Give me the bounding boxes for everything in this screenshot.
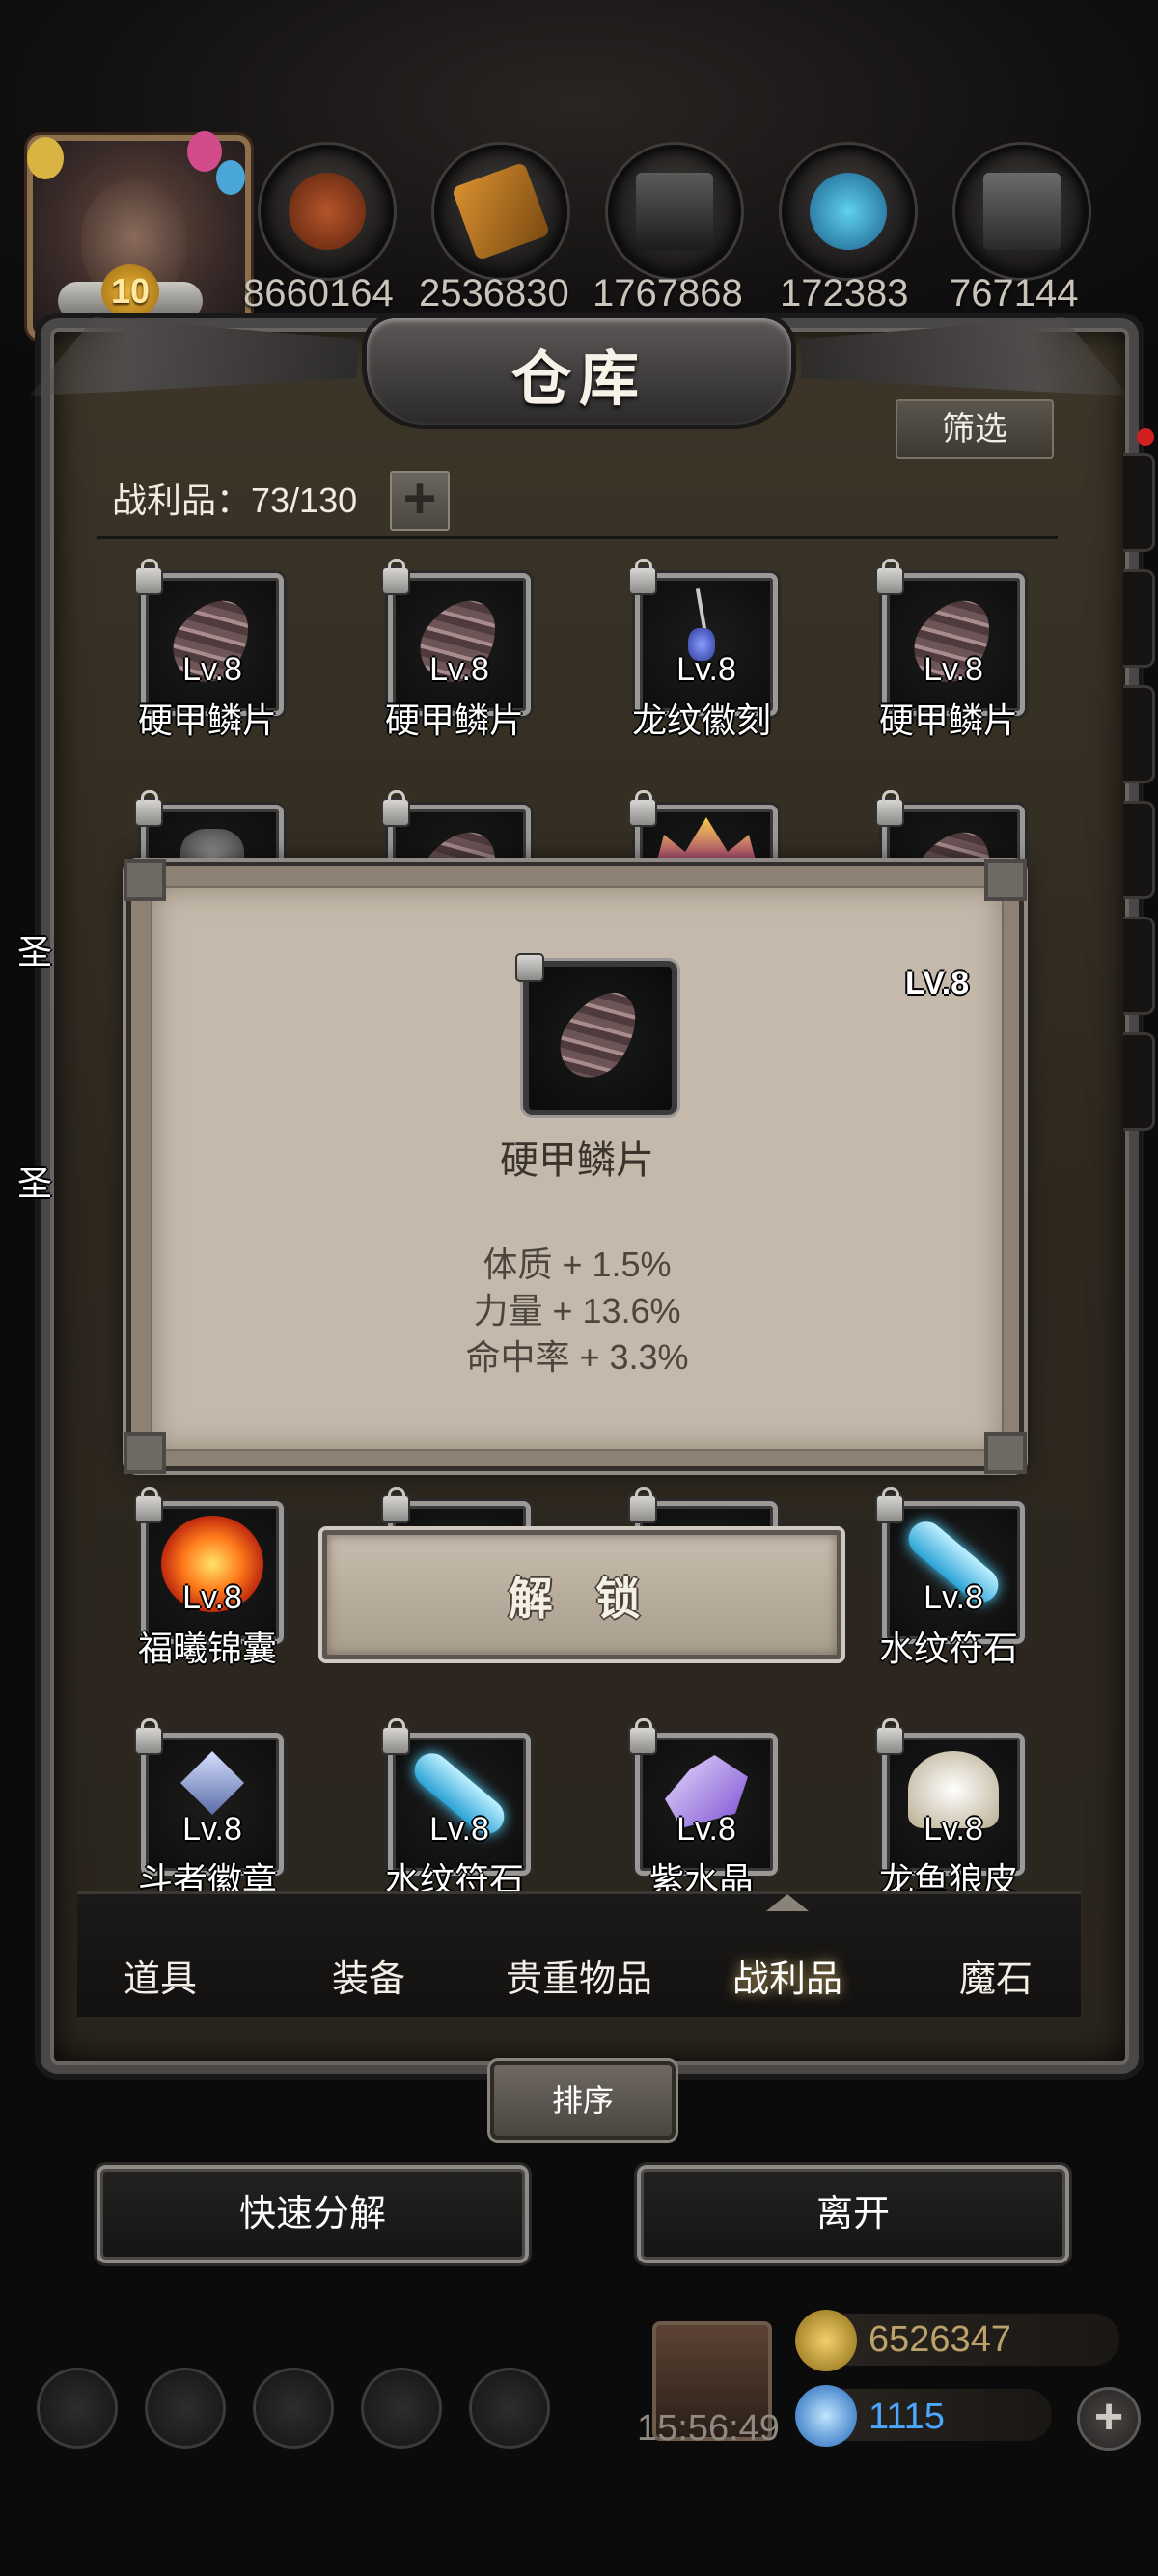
lock-icon [381, 1487, 410, 1523]
sort-button[interactable]: 排序 [490, 2061, 676, 2140]
item-level: Lv.8 [182, 1811, 242, 1848]
lock-icon [381, 559, 410, 595]
crystal-amount: 172383 [780, 272, 909, 315]
add-currency-button[interactable]: + [1077, 2387, 1141, 2451]
crystal-icon[interactable] [782, 145, 915, 278]
iron-ingot-icon[interactable] [608, 145, 741, 278]
lock-icon [381, 1718, 410, 1755]
steel-amount: 767144 [950, 272, 1079, 315]
quick-decompose-button[interactable]: 快速分解 [96, 2165, 529, 2263]
leave-button[interactable]: 离开 [637, 2165, 1069, 2263]
side-tab[interactable] [1123, 685, 1155, 783]
balloon-icon [187, 131, 222, 172]
star-icon[interactable] [145, 2368, 226, 2449]
item-level: Lv.8 [924, 1579, 983, 1616]
unlock-button[interactable]: 解 锁 [322, 1530, 841, 1659]
gift-timer: 15:56:49 [637, 2408, 780, 2449]
capacity-label: 战利品：73/130 [112, 480, 358, 520]
item-tooltip: LV.8 硬甲鳞片 体质 + 1.5% 力量 + 13.6% 命中率 + 3.3… [124, 859, 1027, 1474]
tab-items[interactable]: 道具 [64, 1949, 257, 2002]
lock-icon [628, 790, 657, 827]
scale-icon [546, 977, 652, 1091]
frame-corner [124, 1432, 166, 1474]
tab-valuables[interactable]: 贵重物品 [482, 1949, 676, 2002]
settings-icon[interactable] [37, 2368, 118, 2449]
lock-icon [515, 953, 544, 982]
tooltip-item-slot [515, 953, 677, 1115]
item-level: Lv.8 [182, 1579, 242, 1616]
item-name: 龙纹徽刻 [631, 700, 771, 740]
item-level: Lv.8 [676, 651, 736, 688]
lock-icon [875, 1718, 904, 1755]
side-tab[interactable] [1123, 801, 1155, 899]
item-level: Lv.8 [676, 1811, 736, 1848]
frame-corner [124, 859, 166, 901]
notification-dot [1137, 428, 1154, 446]
lock-icon [628, 1718, 657, 1755]
balloon-icon [27, 137, 64, 179]
gold-amount: 6526347 [868, 2319, 1011, 2360]
unlock-label: 解 锁 [508, 1574, 656, 1624]
expand-capacity-button[interactable]: + [390, 470, 450, 531]
emblem-icon [180, 1751, 244, 1815]
gem-amount: 1115 [868, 2397, 945, 2437]
item-level: Lv.8 [924, 1811, 983, 1848]
tooltip-level: LV.8 [905, 965, 970, 1001]
lock-icon [134, 559, 163, 595]
ranking-icon[interactable] [253, 2368, 334, 2449]
mail-icon[interactable] [361, 2368, 442, 2449]
lock-icon [875, 790, 904, 827]
tooltip-stat: 体质 + 1.5% [482, 1245, 672, 1284]
tooltip-stat: 力量 + 13.6% [473, 1291, 681, 1330]
item-level: Lv.8 [182, 651, 242, 688]
item-level: Lv.8 [429, 1811, 489, 1848]
side-tab[interactable] [1123, 1032, 1155, 1131]
lock-icon [875, 559, 904, 595]
item-name: 圣 [17, 932, 53, 972]
meat-amount: 8660164 [243, 272, 394, 315]
tab-equipment[interactable]: 装备 [272, 1949, 465, 2002]
item-name: 水纹符石 [878, 1629, 1018, 1668]
frame-corner [984, 859, 1027, 901]
gem-icon [795, 2385, 857, 2447]
lock-icon [628, 559, 657, 595]
lock-icon [134, 790, 163, 827]
steel-icon[interactable] [955, 145, 1089, 278]
tooltip-stat: 命中率 + 3.3% [465, 1337, 689, 1377]
tooltip-body: LV.8 硬甲鳞片 体质 + 1.5% 力量 + 13.6% 命中率 + 3.3… [151, 886, 1004, 1451]
item-level: Lv.8 [924, 651, 983, 688]
item-name: 硬甲鳞片 [384, 700, 524, 740]
page-title: 仓库 [510, 347, 647, 413]
wood-icon[interactable] [434, 145, 567, 278]
lock-icon [875, 1487, 904, 1523]
item-name: 硬甲鳞片 [878, 700, 1018, 740]
frame-corner [984, 1432, 1027, 1474]
lock-icon [381, 790, 410, 827]
balloon-icon [216, 160, 245, 195]
tab-loot[interactable]: 战利品 [691, 1949, 884, 2002]
player-level: 10 [101, 264, 159, 318]
divider [96, 536, 1058, 539]
item-name: 硬甲鳞片 [137, 700, 277, 740]
iron-amount: 1767868 [593, 272, 743, 315]
item-name: 福曦锦囊 [137, 1629, 277, 1668]
lock-icon [134, 1718, 163, 1755]
side-tab[interactable] [1123, 917, 1155, 1015]
lock-icon [628, 1487, 657, 1523]
item-name: 圣 [17, 1164, 53, 1203]
side-tab[interactable] [1123, 453, 1155, 552]
meat-icon[interactable] [261, 145, 394, 278]
wood-amount: 2536830 [419, 272, 569, 315]
tooltip-item-name: 硬甲鳞片 [500, 1139, 654, 1182]
tab-magic-stones[interactable]: 魔石 [899, 1949, 1092, 2002]
side-tab[interactable] [1123, 569, 1155, 668]
guild-icon[interactable] [469, 2368, 550, 2449]
item-level: Lv.8 [429, 651, 489, 688]
filter-button[interactable]: 筛选 [896, 399, 1054, 459]
lock-icon [134, 1487, 163, 1523]
gold-coin-icon [795, 2310, 857, 2371]
